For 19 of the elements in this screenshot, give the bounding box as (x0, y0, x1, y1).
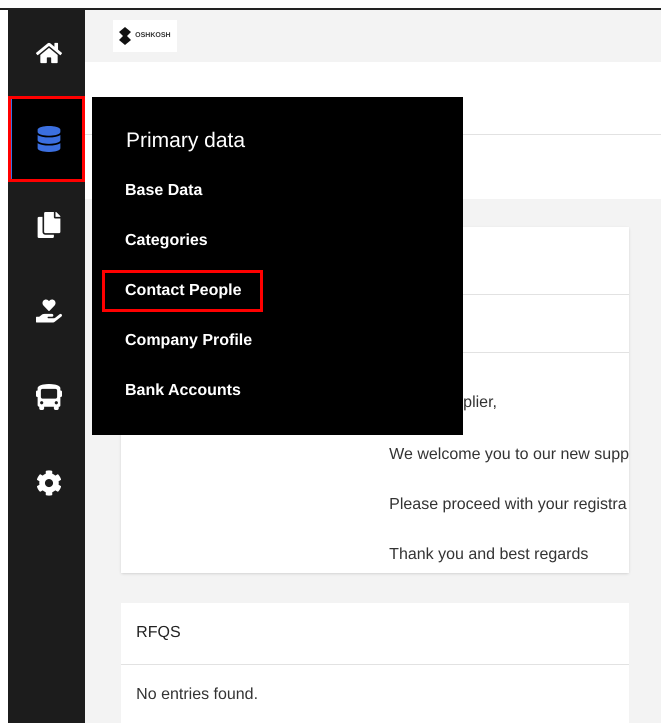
settings-icon (36, 470, 62, 496)
bus-icon (36, 384, 62, 410)
welcome-text: We welcome you to our new supp (389, 444, 629, 465)
home-icon (36, 40, 62, 66)
welcome-text: Thank you and best regards (389, 544, 590, 565)
documents-icon (36, 212, 62, 238)
greeting-text: plier, (463, 392, 497, 413)
menu-item[interactable]: Base Data (102, 176, 224, 204)
logo-mark-icon (119, 27, 132, 46)
menu-item[interactable]: Categories (102, 226, 230, 254)
menu-title: Primary data (126, 128, 246, 154)
empty-message: No entries found. (136, 686, 258, 703)
welcome-text: Please proceed with your registra (389, 494, 628, 515)
menu-item[interactable]: Contact People (102, 270, 264, 312)
database-icon (36, 126, 62, 152)
hand-icon (36, 298, 62, 324)
card-title: RFQS (136, 623, 181, 644)
menu-item[interactable]: Bank Accounts (102, 376, 263, 404)
menu-item[interactable]: Company Profile (102, 326, 274, 354)
